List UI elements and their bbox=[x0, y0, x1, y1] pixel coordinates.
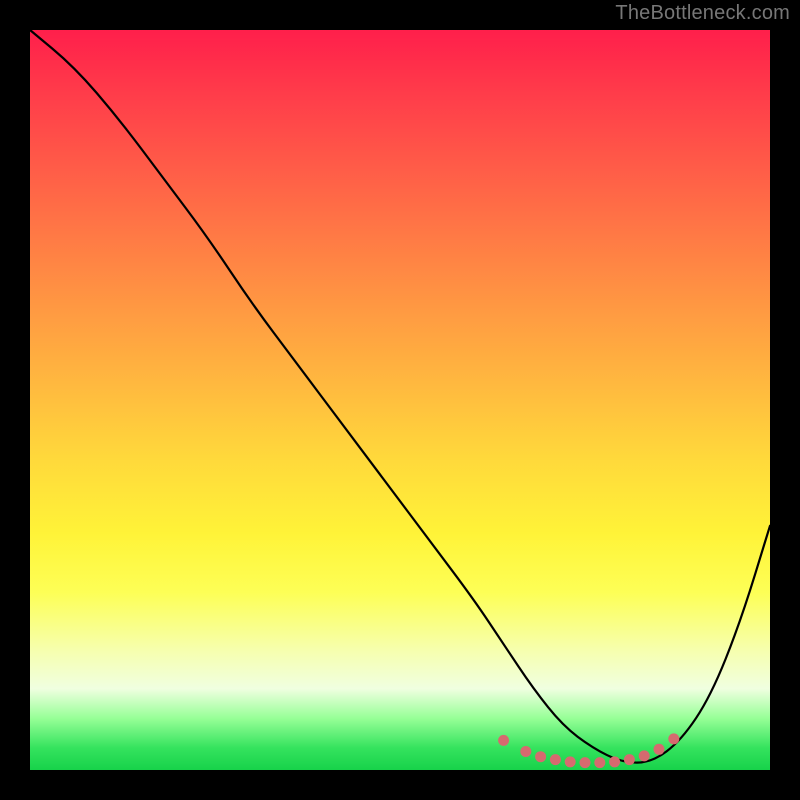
optimal-dot bbox=[520, 746, 531, 757]
bottleneck-curve bbox=[30, 30, 770, 763]
watermark-text: TheBottleneck.com bbox=[615, 2, 790, 25]
optimal-dot bbox=[639, 750, 650, 761]
optimal-dot bbox=[580, 757, 591, 768]
chart-frame: TheBottleneck.com bbox=[0, 0, 800, 800]
optimal-dot bbox=[609, 756, 620, 767]
curve-svg bbox=[30, 30, 770, 770]
optimal-dot bbox=[498, 735, 509, 746]
optimal-range-dots bbox=[498, 733, 679, 768]
plot-area bbox=[30, 30, 770, 770]
optimal-dot bbox=[624, 754, 635, 765]
optimal-dot bbox=[594, 757, 605, 768]
optimal-dot bbox=[550, 754, 561, 765]
optimal-dot bbox=[654, 744, 665, 755]
optimal-dot bbox=[565, 756, 576, 767]
optimal-dot bbox=[535, 751, 546, 762]
optimal-dot bbox=[668, 733, 679, 744]
